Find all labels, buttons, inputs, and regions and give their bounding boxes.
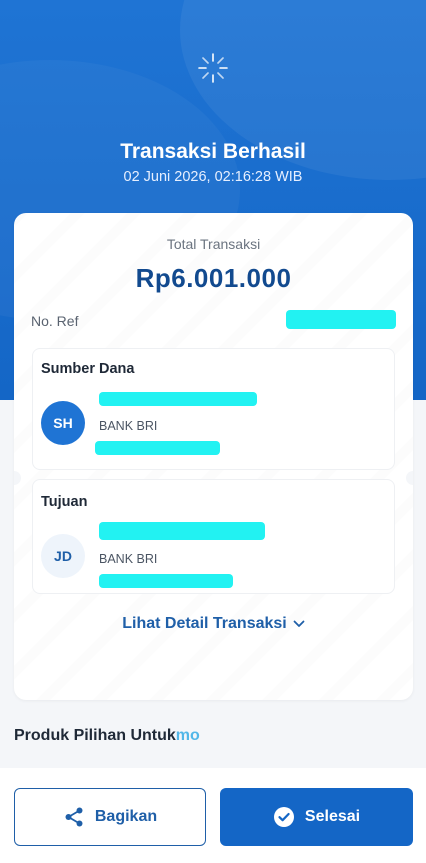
view-transaction-detail-link[interactable]: Lihat Detail Transaksi: [14, 615, 413, 633]
destination-title: Tujuan: [41, 494, 88, 510]
promo-label: Produk Pilihan Untuk: [14, 727, 176, 744]
loading-spinner-icon: [198, 53, 228, 83]
share-icon: [65, 807, 83, 827]
source-account-redacted: [95, 441, 220, 455]
share-button[interactable]: Bagikan: [14, 788, 206, 846]
destination-avatar: JD: [41, 534, 85, 578]
destination-section: Tujuan JD BANK BRI: [32, 479, 395, 594]
share-button-label: Bagikan: [94, 808, 158, 825]
source-avatar: SH: [41, 401, 85, 445]
promo-brand-suffix: mo: [175, 727, 200, 744]
page-title: Transaksi Berhasil: [120, 140, 306, 163]
reference-label: No. Ref: [31, 313, 79, 329]
done-button[interactable]: Selesai: [220, 788, 413, 846]
source-section: Sumber Dana SH BANK BRI: [32, 348, 395, 470]
promo-heading: Produk Pilihan Untukmo: [14, 727, 200, 745]
source-bank: BANK BRI: [99, 419, 158, 433]
footer-actions: Bagikan Selesai: [0, 768, 426, 863]
reference-value-redacted: [286, 310, 396, 329]
destination-account-redacted: [99, 574, 233, 588]
done-button-label: Selesai: [304, 808, 361, 825]
check-circle-icon: [273, 807, 294, 827]
destination-name-redacted: [99, 522, 265, 540]
receipt-card: Total Transaksi Rp6.001.000 No. Ref Sumb…: [14, 213, 413, 700]
source-name-redacted: [99, 392, 257, 406]
total-amount: Rp6.001.000: [135, 263, 292, 293]
total-label: Total Transaksi: [166, 236, 261, 252]
source-title: Sumber Dana: [41, 361, 135, 377]
chevron-down-icon: [293, 620, 305, 627]
card-notch: [406, 471, 413, 485]
transaction-datetime: 02 Juni 2026, 02:16:28 WIB: [123, 169, 303, 185]
detail-link-label: Lihat Detail Transaksi: [122, 615, 287, 632]
destination-bank: BANK BRI: [99, 552, 158, 566]
